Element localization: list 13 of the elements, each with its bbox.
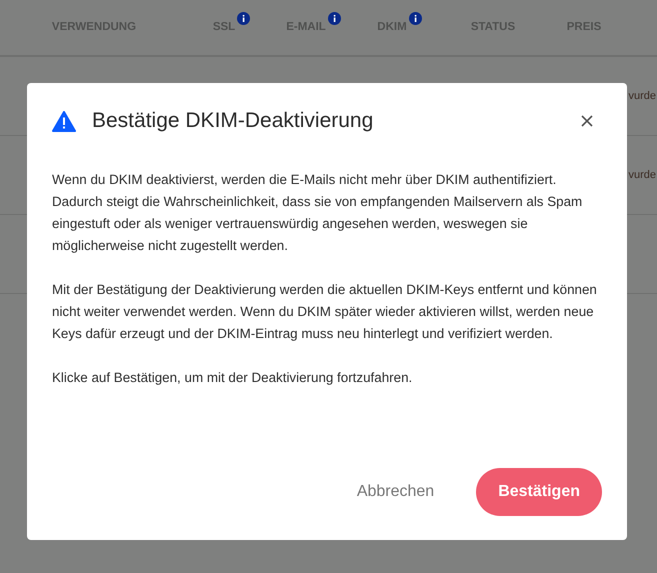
dialog-title: Bestätige DKIM-Deaktivierung (92, 109, 374, 133)
warning-icon (52, 110, 76, 132)
info-icon[interactable] (408, 12, 422, 24)
close-button[interactable] (580, 114, 594, 128)
dialog-paragraph: Klicke auf Bestätigen, um mit der Deaktivierung fortzufahren. (52, 369, 414, 387)
dialog-paragraph: Wenn du DKIM deaktivierst, werden die E-Mails nicht mehr über DKIM authentifiziert. Dadurch steigt die Wahrscheinlichkeit, dass sie von empfangenden Mailservern als Spam eingestuft oder als weniger vertrauenswürdig angesehen werden, weswegen sie möglicherweise nicht zugestellt werden. (52, 171, 584, 255)
table-cell: vurde (628, 169, 657, 181)
table-cell: vurde (628, 90, 657, 102)
info-icon[interactable] (328, 12, 341, 24)
info-icon[interactable] (237, 12, 250, 24)
confirm-button[interactable]: Bestätigen (476, 468, 602, 516)
cancel-button[interactable]: Abbrechen (334, 468, 456, 516)
dialog-paragraph: Mit der Bestätigung der Deaktivierung werden die aktuellen DKIM-Keys entfernt und können nicht weiter verwendet werden. Wenn du DKIM später wieder aktivieren willst, werden neue Keys dafür erzeugt und der DKIM-Eintrag muss neu hinterlegt und verifiziert werden. (52, 281, 598, 343)
